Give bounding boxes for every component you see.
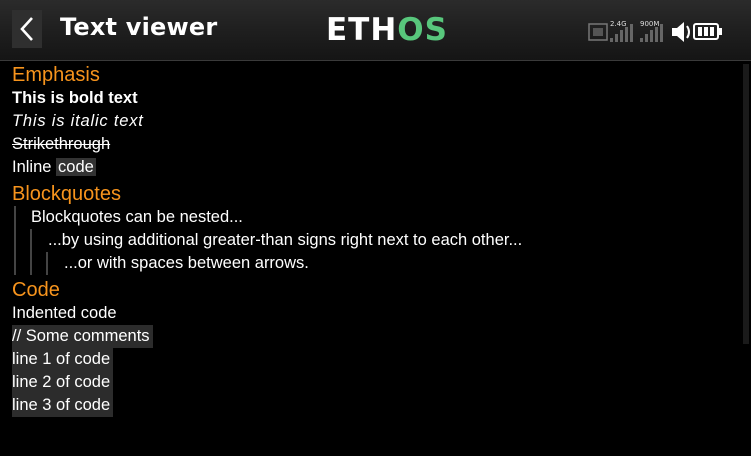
heading-blockquotes: Blockquotes (12, 183, 121, 205)
blockquote-level-2: ...by using additional greater-than sign… (12, 229, 737, 252)
blockquote-level-1: Blockquotes can be nested... (12, 206, 737, 229)
blockquote-level-3: ...or with spaces between arrows. (12, 252, 737, 275)
italic-text: This is italic text (12, 112, 144, 130)
code-comment: // Some comments (12, 325, 153, 348)
chevron-left-icon (20, 17, 33, 41)
status-area: 2.4G 900M (588, 16, 748, 46)
ethos-logo: ETHOS (326, 12, 448, 48)
svg-text:2.4G: 2.4G (610, 20, 627, 28)
inline-code: code (56, 158, 96, 176)
heading-code: Code (12, 279, 60, 301)
back-button[interactable] (12, 10, 42, 48)
page-title: Text viewer (60, 13, 218, 41)
inline-code-line: Inline code (12, 158, 96, 176)
header-bar: Text viewer ETHOS 2.4G 900M (0, 0, 751, 61)
signal-900m-icon: 900M (640, 20, 663, 42)
battery-icon (693, 23, 722, 40)
signal-24g-icon: 2.4G (610, 20, 633, 42)
speaker-icon (672, 22, 690, 42)
code-line-2: line 2 of code (12, 371, 114, 394)
markdown-content[interactable]: Emphasis This is bold text This is itali… (12, 64, 737, 448)
code-line-1: line 1 of code (12, 348, 114, 371)
indented-code-label: Indented code (12, 304, 117, 322)
bold-text: This is bold text (12, 89, 138, 107)
svg-text:900M: 900M (640, 20, 659, 28)
scrollbar[interactable] (743, 64, 749, 344)
code-line-3: line 3 of code (12, 394, 114, 417)
heading-emphasis: Emphasis (12, 64, 100, 86)
strikethrough-text: Strikethrough (12, 135, 111, 153)
receiver-icon (588, 23, 608, 41)
